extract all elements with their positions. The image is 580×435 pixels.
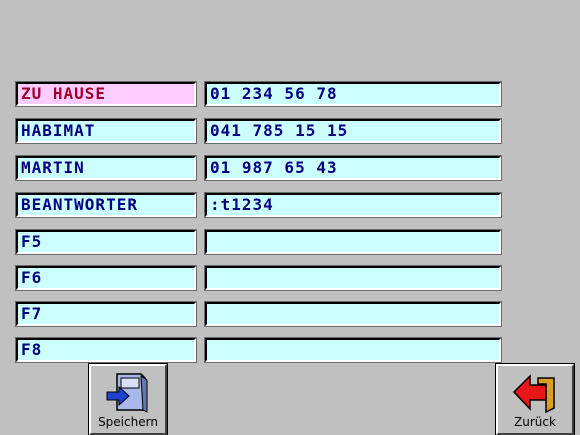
back-button-label: Zurück [514, 415, 556, 429]
entry-number-field[interactable]: 01 234 56 78 [204, 81, 502, 107]
save-button[interactable]: Speichern [88, 363, 168, 435]
back-arrow-icon [510, 372, 560, 418]
entry-number-field[interactable] [204, 301, 502, 327]
list-item: MARTIN 01 987 65 43 [15, 155, 516, 182]
bottom-toolbar [0, 366, 580, 435]
entry-label-field[interactable]: F8 [15, 337, 197, 363]
entry-label-field[interactable]: MARTIN [15, 155, 197, 181]
entry-label-field[interactable]: F7 [15, 301, 197, 327]
list-item: HABIMAT 041 785 15 15 [15, 118, 516, 145]
entry-number-field[interactable] [204, 229, 502, 255]
back-button[interactable]: Zurück [495, 363, 575, 435]
save-button-label: Speichern [98, 415, 158, 429]
entry-number-field[interactable] [204, 265, 502, 291]
entry-number-field[interactable] [204, 337, 502, 363]
entry-label-field[interactable]: F6 [15, 265, 197, 291]
entry-number-field[interactable]: 01 987 65 43 [204, 155, 502, 181]
list-item: F8 [15, 337, 516, 364]
entry-label-field[interactable]: BEANTWORTER [15, 192, 197, 218]
speed-dial-screen: ZU HAUSE 01 234 56 78 HABIMAT 041 785 15… [0, 0, 580, 435]
entry-number-field[interactable]: :t1234 [204, 192, 502, 218]
entry-label-field[interactable]: F5 [15, 229, 197, 255]
list-item: ZU HAUSE 01 234 56 78 [15, 81, 516, 108]
list-item: F7 [15, 301, 516, 328]
entry-label-field[interactable]: ZU HAUSE [15, 81, 197, 107]
list-item: F5 [15, 229, 516, 256]
list-item: F6 [15, 265, 516, 292]
entry-label-field[interactable]: HABIMAT [15, 118, 197, 144]
list-item: BEANTWORTER :t1234 [15, 192, 516, 219]
entry-number-field[interactable]: 041 785 15 15 [204, 118, 502, 144]
save-disk-icon [105, 372, 151, 418]
